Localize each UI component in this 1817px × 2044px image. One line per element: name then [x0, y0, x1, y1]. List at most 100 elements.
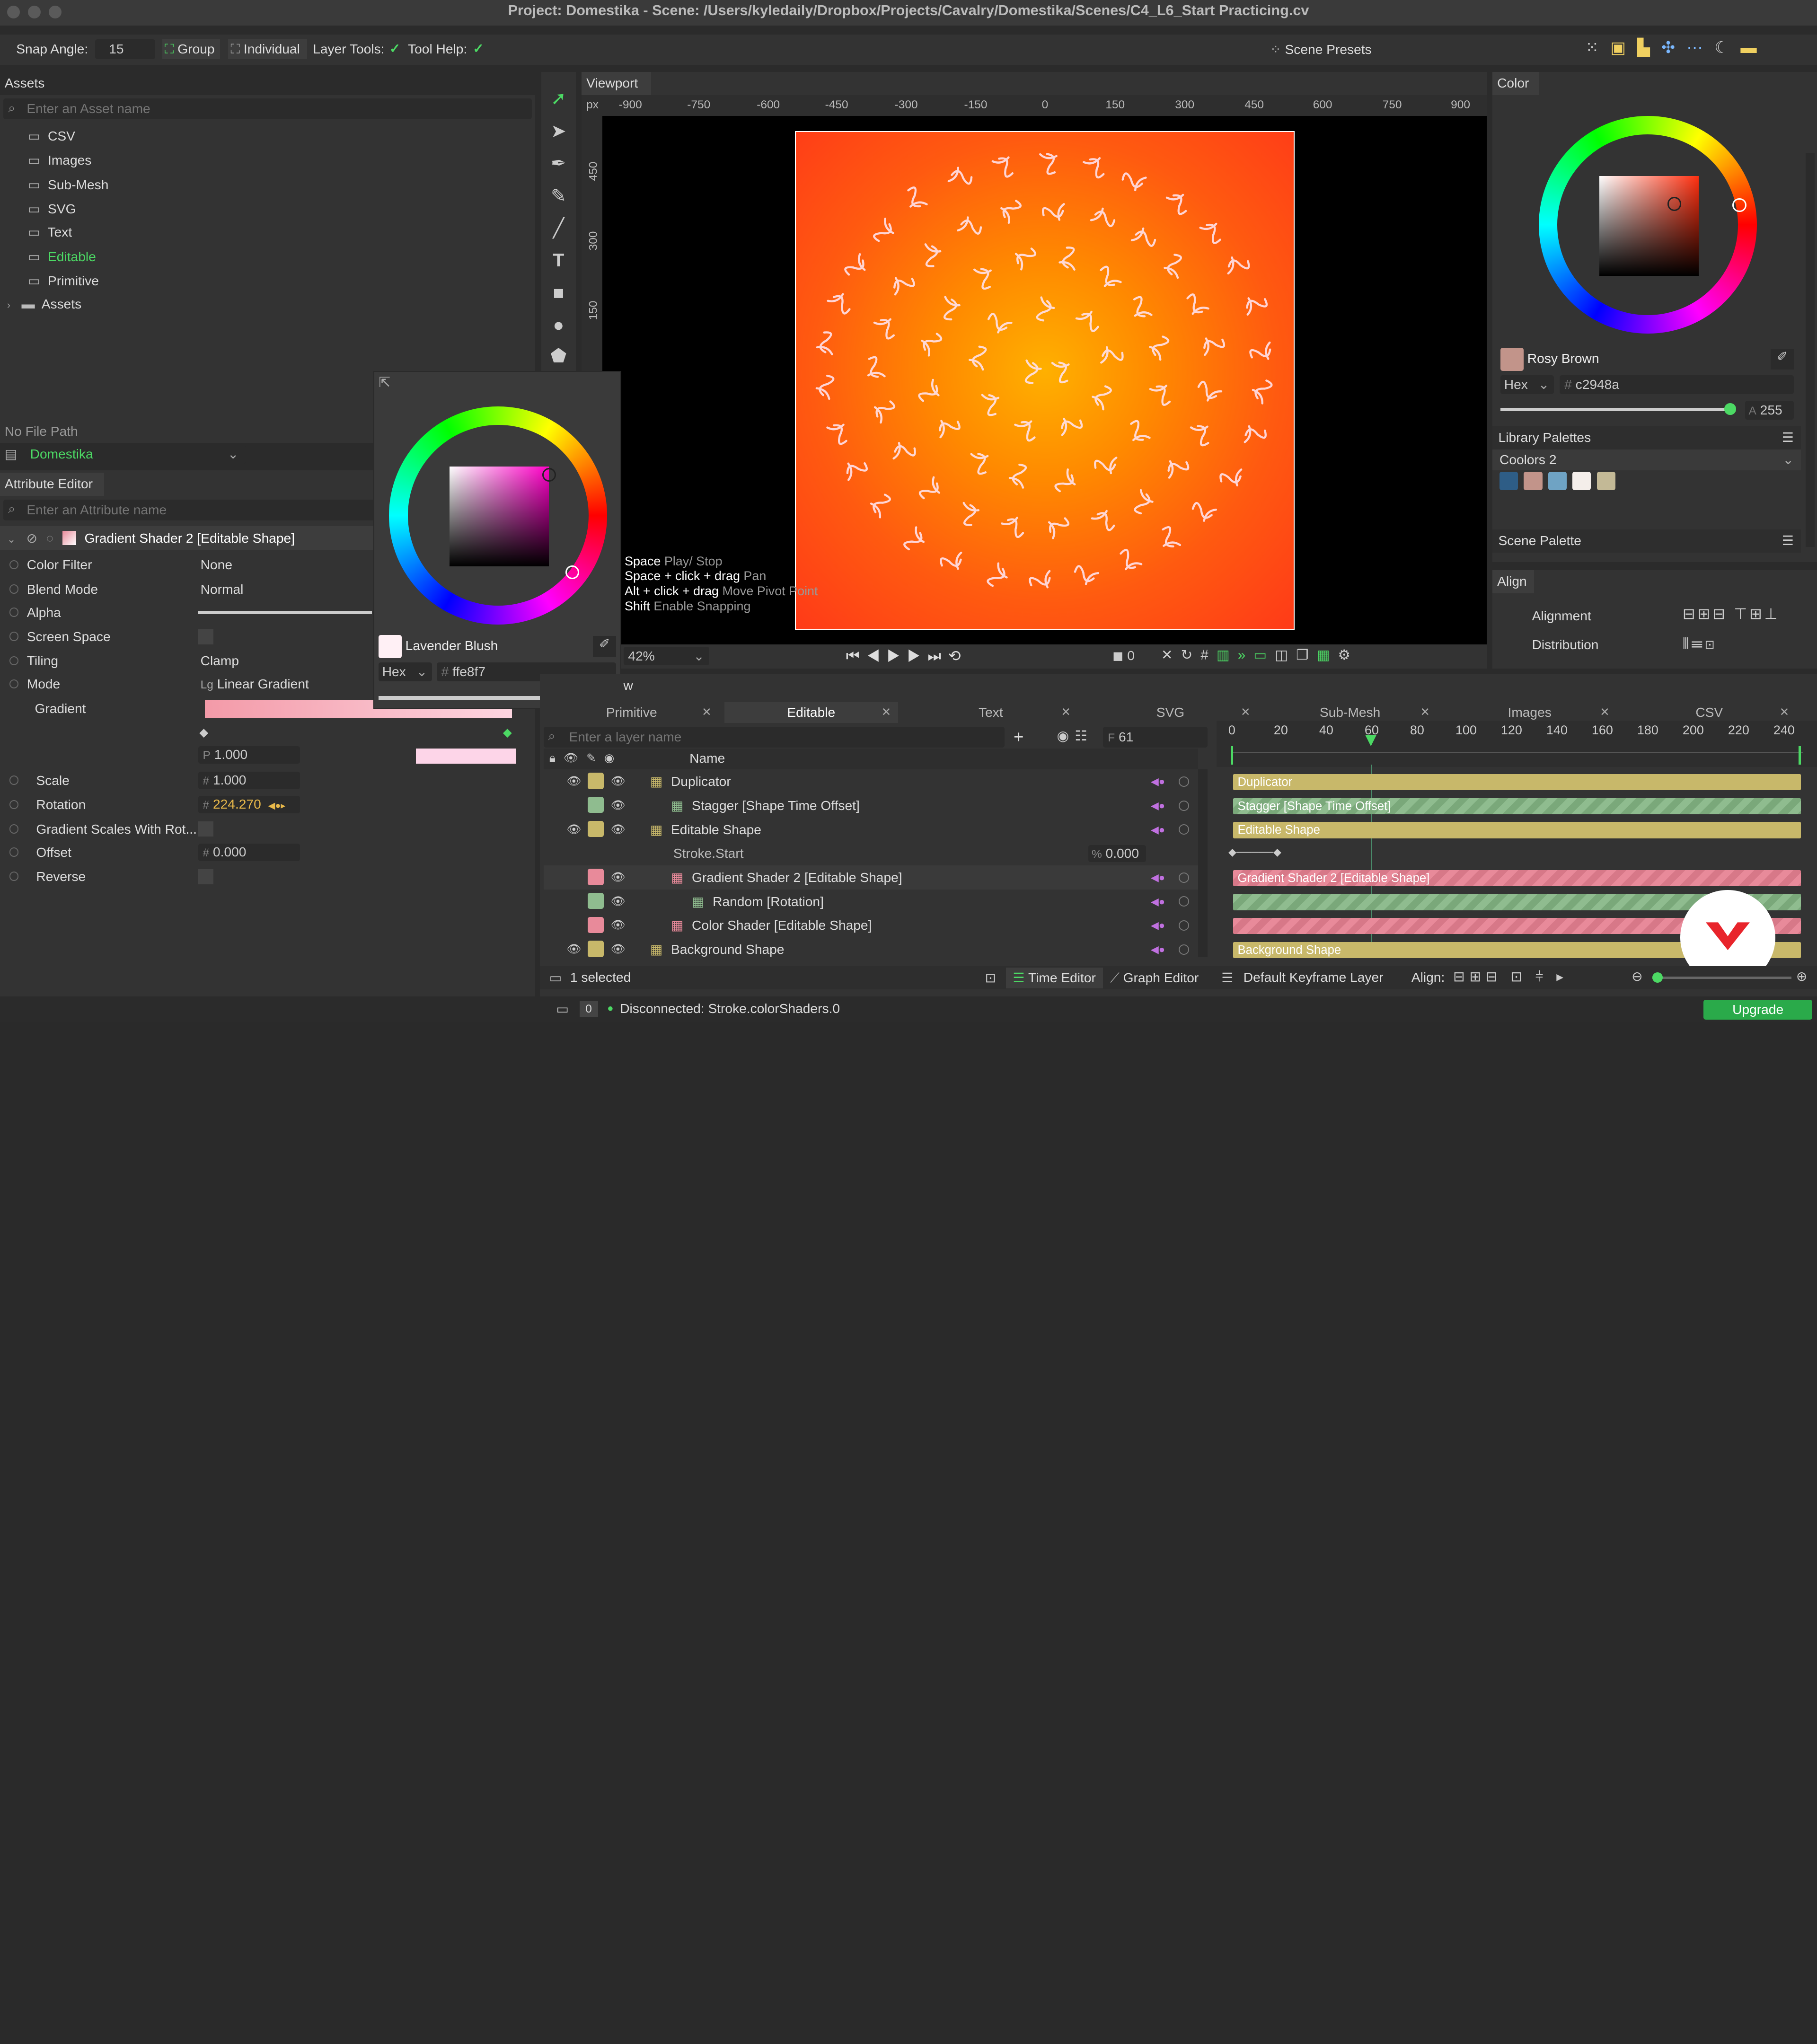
- align-start-icon[interactable]: ⊟: [1453, 969, 1469, 985]
- gradient-stop-end-icon[interactable]: ◆: [503, 725, 512, 740]
- color-mode-dropdown[interactable]: Hex ⌄: [1500, 375, 1554, 394]
- asset-item-images[interactable]: ▭ Images: [28, 148, 92, 172]
- align-center-h-icon[interactable]: ⊞: [1698, 605, 1713, 622]
- keyframe-circle-icon[interactable]: [9, 584, 19, 594]
- layer-color-swatch[interactable]: [587, 820, 604, 837]
- visibility-eye-icon[interactable]: 👁︎: [611, 890, 626, 914]
- guides-icon[interactable]: ▥: [1217, 647, 1238, 663]
- blend-mode-dropdown[interactable]: Normal: [201, 577, 244, 601]
- layer-row[interactable]: 👁︎ ▦ ◀● Random [Rotation]: [544, 890, 1199, 914]
- layout-icon[interactable]: ▬: [1740, 39, 1768, 57]
- current-color-swatch[interactable]: [379, 634, 402, 658]
- visibility-eye-icon[interactable]: 👁︎: [611, 913, 626, 937]
- connection-icon[interactable]: ◀●: [1151, 937, 1165, 961]
- scale-input[interactable]: # 1.000: [198, 772, 300, 789]
- distribute-space-icon[interactable]: ⊡: [1705, 635, 1717, 652]
- dots-icon[interactable]: ⋯: [1686, 39, 1714, 57]
- keyframe-circle-icon[interactable]: [9, 775, 19, 785]
- alpha-slider-track[interactable]: [1500, 408, 1733, 412]
- color-mode-dropdown[interactable]: Hex ⌄: [379, 662, 432, 681]
- visibility-eye-icon[interactable]: 👁︎: [611, 937, 626, 961]
- alpha-input[interactable]: A 255: [1745, 401, 1794, 420]
- tab-csv[interactable]: CSV ✕: [1623, 702, 1796, 723]
- snap-angle-input[interactable]: 15: [95, 39, 156, 59]
- layer-row[interactable]: 👁︎ ▦ ◀● Gradient Shader 2 [Editable Shape]: [543, 865, 1199, 890]
- polygon-tool-icon[interactable]: ⬟: [546, 345, 571, 367]
- upgrade-button[interactable]: Upgrade: [1703, 1000, 1813, 1020]
- layers-icon[interactable]: ▭: [549, 970, 562, 986]
- connection-icon[interactable]: ◀●: [1151, 793, 1165, 818]
- eye-icon[interactable]: 👁︎: [567, 818, 582, 842]
- layer-search[interactable]: ⌕: [543, 726, 1005, 748]
- alpha-slider[interactable]: [198, 610, 372, 614]
- keyframe-circle-icon[interactable]: [9, 607, 19, 617]
- render-circle-icon[interactable]: [1178, 800, 1189, 811]
- checker-icon[interactable]: ▦: [1317, 647, 1338, 663]
- skip-end-icon[interactable]: ⏭: [927, 647, 948, 664]
- f-curve-icon[interactable]: ▣: [1610, 39, 1637, 57]
- fit-icon[interactable]: ⊡: [1510, 969, 1526, 985]
- tab-sub-mesh[interactable]: Sub-Mesh ✕: [1263, 702, 1437, 723]
- in-point-marker[interactable]: [1230, 746, 1233, 765]
- palette-swatch[interactable]: [1596, 471, 1615, 490]
- align-end-icon[interactable]: ⊟: [1486, 969, 1502, 985]
- tool-help-check-icon[interactable]: ✓: [473, 41, 484, 56]
- keyframe-circle-icon[interactable]: [9, 632, 19, 641]
- keyframe-diamond-icon[interactable]: ◆: [1228, 846, 1236, 858]
- settings-gear-icon[interactable]: ⚙: [1338, 647, 1358, 663]
- palette-swatch[interactable]: [1524, 471, 1543, 490]
- align-bottom-icon[interactable]: ⊥: [1764, 605, 1780, 622]
- close-tab-icon[interactable]: ✕: [1061, 702, 1071, 723]
- asset-item-svg[interactable]: ▭ SVG: [28, 197, 76, 221]
- filter-icon[interactable]: ☷: [1075, 728, 1093, 744]
- layer-color-swatch[interactable]: [587, 892, 604, 909]
- visibility-eye-icon[interactable]: 👁︎: [611, 793, 626, 818]
- chevron-right-icon[interactable]: ›: [7, 299, 10, 311]
- eye-icon[interactable]: 👁︎: [567, 937, 582, 961]
- visibility-eye-icon[interactable]: 👁︎: [611, 769, 626, 793]
- scene-presets-button[interactable]: ⁘ Scene Presets: [1270, 39, 1374, 60]
- console-icon[interactable]: ▭: [556, 1001, 569, 1017]
- menu-icon[interactable]: ☰: [1782, 529, 1794, 553]
- eye-icon[interactable]: 👁︎: [567, 769, 582, 793]
- individual-button[interactable]: ⛶ Individual: [228, 39, 307, 59]
- direct-select-tool-icon[interactable]: ➤: [546, 121, 571, 142]
- keyframe-circle-icon[interactable]: [9, 800, 19, 810]
- align-center-icon[interactable]: ⊞: [1469, 969, 1485, 985]
- palette-dropdown[interactable]: Coolors 2 ⌄: [1492, 449, 1801, 471]
- zoom-out-icon[interactable]: ⊖: [1632, 969, 1643, 984]
- palette-swatch[interactable]: [1572, 471, 1591, 490]
- stroke-start-input[interactable]: % 0.000: [1088, 845, 1147, 863]
- align-middle-icon[interactable]: ⊞: [1749, 605, 1764, 622]
- frame-input[interactable]: ◼ 0: [1112, 648, 1135, 663]
- keyframe-circle-icon[interactable]: [9, 847, 19, 857]
- distribute-icon[interactable]: ✣: [1661, 39, 1686, 57]
- palette-swatch[interactable]: [1548, 471, 1567, 490]
- pen-tool-icon[interactable]: ✒: [546, 153, 571, 174]
- close-tab-icon[interactable]: ✕: [1420, 702, 1430, 723]
- palette-swatch[interactable]: [1499, 471, 1518, 490]
- gradient-stop-color-swatch[interactable]: [416, 749, 516, 764]
- layer-row[interactable]: 👁︎ 👁︎ ▦ ◀● Duplicator: [544, 769, 1199, 793]
- layer-color-swatch[interactable]: [587, 869, 604, 885]
- align-top-icon[interactable]: ⊤: [1734, 605, 1749, 622]
- close-tab-icon[interactable]: ✕: [1600, 702, 1610, 723]
- hex-input[interactable]: # c2948a: [1560, 375, 1794, 394]
- layer-list-scrollbar[interactable]: [1198, 769, 1208, 957]
- align-left-icon[interactable]: ▙: [1637, 39, 1661, 57]
- render-circle-icon[interactable]: [1178, 776, 1189, 787]
- tab-editable[interactable]: Editable ✕: [724, 702, 898, 723]
- eye-icon[interactable]: 👁︎: [564, 752, 586, 765]
- zoom-in-icon[interactable]: ⊕: [1796, 969, 1808, 984]
- asset-item-primitive[interactable]: ▭ Primitive: [28, 269, 99, 293]
- ellipse-tool-icon[interactable]: ●: [546, 315, 571, 336]
- close-tab-icon[interactable]: ✕: [702, 702, 712, 723]
- time-bar[interactable]: Editable Shape: [1233, 822, 1801, 838]
- align-left-icon[interactable]: ⊟: [1683, 605, 1698, 622]
- color-filter-dropdown[interactable]: None: [201, 553, 232, 577]
- keyframe-circle-icon[interactable]: [9, 679, 19, 689]
- keyframe-circle-icon[interactable]: [9, 872, 19, 881]
- reverse-checkbox[interactable]: [198, 869, 213, 884]
- render-icon[interactable]: ◉: [604, 752, 623, 765]
- screen-space-checkbox[interactable]: [198, 629, 213, 644]
